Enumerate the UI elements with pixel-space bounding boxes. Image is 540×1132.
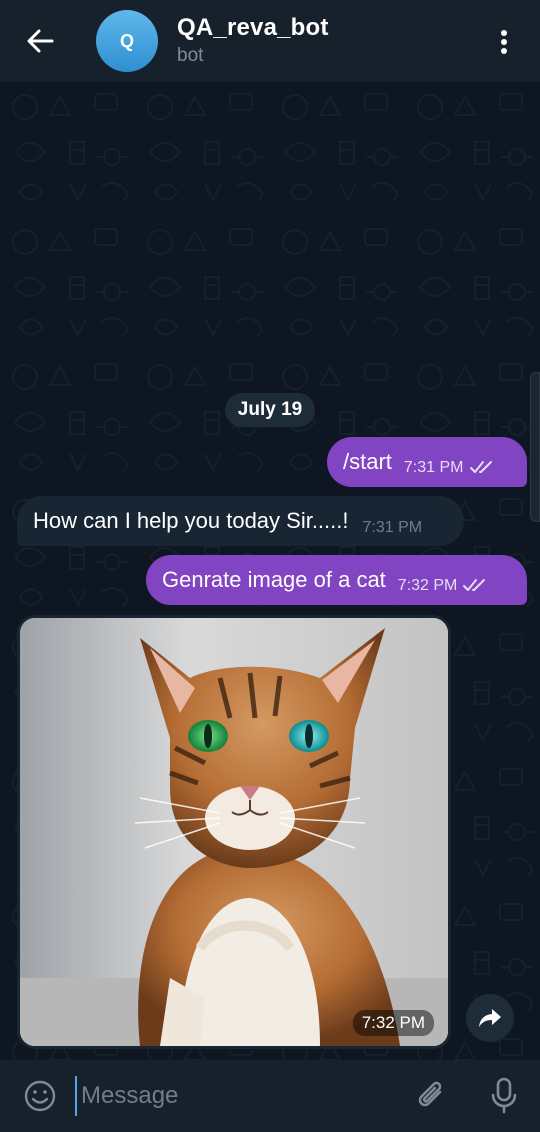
- telegram-chat-screen: Q QA_reva_bot bot July 19 /start 7:31 PM…: [0, 0, 540, 1132]
- photo-time: 7:32 PM: [352, 1010, 434, 1036]
- avatar-letter: Q: [119, 30, 134, 51]
- chat-title-block[interactable]: QA_reva_bot bot: [177, 13, 329, 69]
- cat-photo: [20, 618, 448, 1046]
- double-check-icon: [469, 461, 492, 473]
- emoji-button[interactable]: [19, 1075, 61, 1117]
- vertical-dots-icon: [501, 30, 507, 54]
- message-composer: [0, 1060, 540, 1132]
- message-text: How can I help you today Sir.....!: [33, 508, 349, 533]
- chat-header: Q QA_reva_bot bot: [0, 0, 540, 82]
- chat-title: QA_reva_bot: [177, 14, 329, 41]
- attach-button[interactable]: [412, 1075, 452, 1117]
- avatar[interactable]: Q: [96, 10, 158, 72]
- date-label: July 19: [237, 399, 303, 420]
- emoji-icon: [24, 1080, 56, 1112]
- message-text: Genrate image of a cat: [162, 567, 386, 592]
- back-button[interactable]: [0, 0, 80, 82]
- more-options-button[interactable]: [486, 24, 522, 60]
- photo-message[interactable]: 7:32 PM: [17, 615, 451, 1049]
- outgoing-message[interactable]: Genrate image of a cat 7:32 PM: [146, 555, 527, 605]
- paperclip-icon: [418, 1081, 442, 1107]
- date-separator: July 19: [225, 393, 315, 427]
- double-check-icon: [463, 579, 486, 591]
- incoming-message[interactable]: How can I help you today Sir.....! 7:31 …: [17, 496, 464, 546]
- message-input[interactable]: [75, 1076, 395, 1116]
- message-time: 7:32 PM: [397, 577, 458, 594]
- scroll-indicator[interactable]: [530, 372, 540, 522]
- message-text: /start: [343, 449, 392, 474]
- forward-arrow-icon: [479, 1009, 501, 1027]
- message-time: 7:31 PM: [362, 519, 423, 536]
- message-time: 7:31 PM: [403, 459, 464, 476]
- back-arrow-icon: [27, 29, 54, 53]
- chat-subtitle: bot: [177, 45, 204, 66]
- voice-message-button[interactable]: [484, 1075, 524, 1117]
- outgoing-message[interactable]: /start 7:31 PM: [327, 437, 527, 487]
- microphone-icon: [491, 1077, 517, 1114]
- message-list[interactable]: July 19 /start 7:31 PM How can I help yo…: [0, 82, 540, 1060]
- forward-button[interactable]: [466, 994, 514, 1042]
